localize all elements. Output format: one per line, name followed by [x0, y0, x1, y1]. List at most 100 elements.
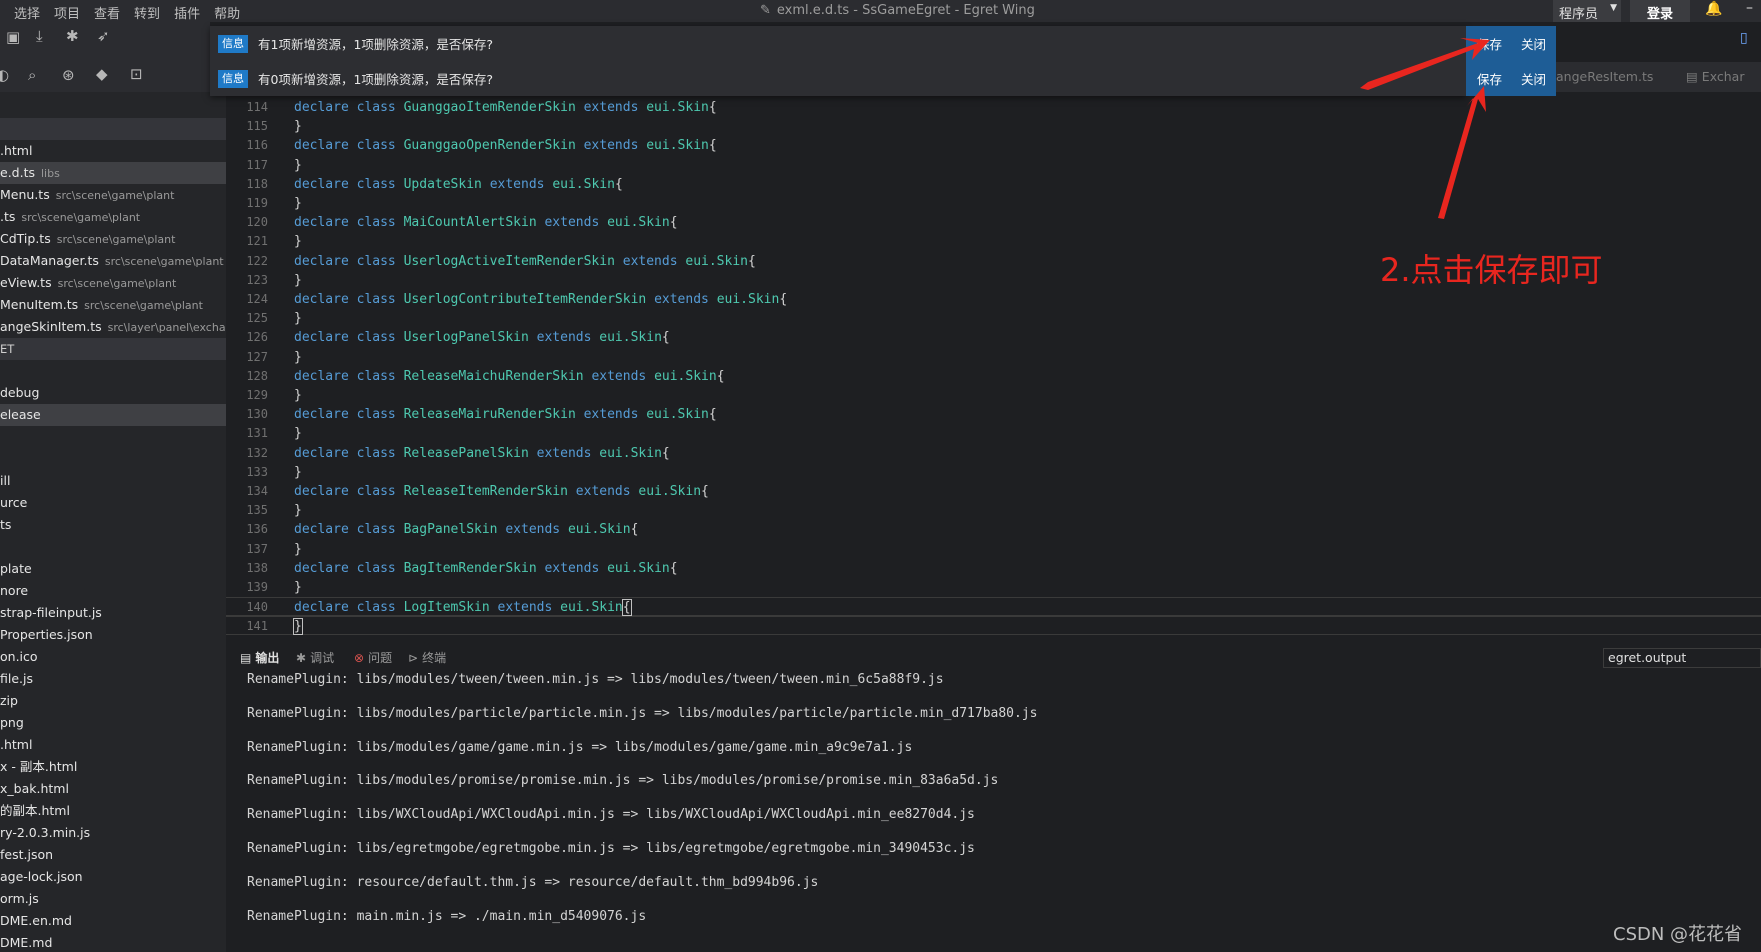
code-line: 139}	[226, 578, 1761, 597]
save-button[interactable]: 保存	[1477, 34, 1502, 53]
sidebar-file-item[interactable]: angeSkinItem.ts src\layer\panel\exchange	[0, 316, 226, 338]
sidebar-file-item[interactable]: ts	[0, 514, 226, 536]
sidebar-file-item[interactable]: e.d.ts libs	[0, 162, 226, 184]
sidebar-file-item[interactable]: .ts src\scene\game\plant	[0, 206, 226, 228]
close-button[interactable]: 关闭	[1521, 34, 1546, 53]
sidebar-file-item[interactable]: fest.json	[0, 844, 226, 866]
code-editor[interactable]: 114 declare class GuanggaoItemRenderSkin …	[226, 92, 1761, 640]
output-channel-select[interactable]: egret.output	[1603, 648, 1761, 668]
class-name: BagPanelSkin	[403, 522, 498, 538]
menu-project[interactable]: 项目	[54, 3, 80, 22]
window-title-text: exml.e.d.ts - SsGameEgret - Egret Wing	[776, 3, 1035, 18]
sidebar-file-item[interactable]: .html	[0, 734, 226, 756]
keyword-class: class	[356, 330, 396, 346]
sidebar-file-item[interactable]: ET	[0, 338, 226, 360]
role-dropdown[interactable]: 程序员 ▼	[1553, 0, 1621, 22]
sidebar-file-item[interactable]: nore	[0, 580, 226, 602]
keyword-declare: declare	[294, 560, 349, 576]
sidebar-file-item[interactable]: x - 副本.html	[0, 756, 226, 778]
sidebar-file-item[interactable]: Menu.ts src\scene\game\plant	[0, 184, 226, 206]
sidebar-file-item[interactable]: strap-fileinput.js	[0, 602, 226, 624]
tab-debug[interactable]: ✱ 调试	[296, 649, 334, 666]
resource-icon[interactable]: ⊡	[130, 65, 143, 83]
sidebar-file-item[interactable]: orm.js	[0, 888, 226, 910]
tab-exchange[interactable]: ▤ Exchar	[1686, 69, 1744, 84]
search-icon[interactable]: ⌕	[28, 66, 36, 84]
save-button[interactable]: 保存	[1477, 69, 1502, 88]
tab-exchange-label: Exchar	[1701, 69, 1745, 84]
minimize-icon[interactable]: –	[1746, 0, 1753, 16]
sidebar-file-item[interactable]: DME.md	[0, 932, 226, 952]
sidebar-file-item[interactable]: age-lock.json	[0, 866, 226, 888]
sidebar-file-item[interactable]: eView.ts src\scene\game\plant	[0, 272, 226, 294]
close-brace: }	[294, 349, 302, 365]
bell-icon[interactable]: 🔔	[1705, 1, 1722, 17]
tab-problems[interactable]: ⊗ 问题	[354, 649, 392, 666]
sidebar-file-item[interactable]: MenuItem.ts src\scene\game\plant	[0, 294, 226, 316]
sidebar-file-item[interactable]	[0, 426, 226, 448]
layout-toggle-icon[interactable]: ▯	[1740, 30, 1748, 46]
sidebar-file-item[interactable]: zip	[0, 690, 226, 712]
tab-terminal-label: 终端	[422, 651, 447, 665]
sidebar-file-item[interactable]	[0, 118, 226, 140]
code-line: 114 declare class GuanggaoItemRenderSkin …	[226, 98, 1761, 117]
sidebar-file-item[interactable]: plate	[0, 558, 226, 580]
keyword-class: class	[356, 600, 396, 616]
sidebar-file-item[interactable]: on.ico	[0, 646, 226, 668]
sidebar-file-item[interactable]: CdTip.ts src\scene\game\plant	[0, 228, 226, 250]
git-icon[interactable]: ◆	[96, 65, 108, 83]
close-button[interactable]: 关闭	[1521, 69, 1546, 88]
explorer-icon[interactable]: ◐	[0, 66, 9, 84]
sidebar-file-item[interactable]: urce	[0, 492, 226, 514]
feather-icon: ✎	[760, 3, 771, 18]
close-brace: }	[294, 464, 302, 480]
sidebar-file-item[interactable]: DataManager.ts src\scene\game\plant	[0, 250, 226, 272]
sidebar-file-item[interactable]: file.js	[0, 668, 226, 690]
sidebar-file-item[interactable]: DME.en.md	[0, 910, 226, 932]
rocket-icon[interactable]: ➶	[97, 27, 110, 45]
open-brace: {	[701, 484, 709, 499]
sidebar-file-item[interactable]: 的副本.html	[0, 800, 226, 822]
line-number: 132	[246, 445, 268, 460]
login-button[interactable]: 登录	[1630, 0, 1690, 22]
file-name: fest.json	[0, 847, 54, 862]
debug-bug-icon[interactable]: ✱	[66, 27, 79, 45]
sidebar-file-item[interactable]: x_bak.html	[0, 778, 226, 800]
keyword-extends: extends	[575, 484, 631, 499]
sidebar-file-item[interactable]	[0, 536, 226, 558]
sidebar-file-item[interactable]: elease	[0, 404, 226, 426]
menu-help[interactable]: 帮助	[214, 3, 240, 22]
close-brace: }	[294, 234, 302, 250]
save-all-icon[interactable]: ▣	[6, 28, 20, 46]
sidebar-file-item[interactable]: .html	[0, 140, 226, 162]
menu-goto[interactable]: 转到	[134, 3, 160, 22]
menu-plugins[interactable]: 插件	[174, 3, 200, 22]
annotation-text: 2.点击保存即可	[1380, 251, 1603, 289]
extensions-icon[interactable]: ⊛	[62, 66, 75, 84]
tab-output[interactable]: ▤ 输出	[240, 649, 279, 666]
publish-icon[interactable]: ⤓	[36, 27, 43, 45]
tab-exchange-res-item[interactable]: angeResItem.ts	[1556, 69, 1653, 84]
open-brace: {	[621, 599, 632, 617]
sidebar-file-item[interactable]: ill	[0, 470, 226, 492]
keyword-declare: declare	[294, 215, 349, 231]
line-number: 125	[246, 311, 268, 326]
keyword-class: class	[356, 560, 396, 576]
sidebar-file-item[interactable]	[0, 448, 226, 470]
menu-select[interactable]: 选择	[14, 3, 40, 22]
sidebar-file-item[interactable]: Properties.json	[0, 624, 226, 646]
code-line: 136 declare class BagPanelSkin extends eu…	[226, 520, 1761, 539]
keyword-declare: declare	[294, 253, 349, 269]
tab-terminal[interactable]: ⊳ 终端	[408, 649, 446, 666]
class-name: MaiCountAlertSkin	[403, 215, 537, 231]
sidebar-file-item[interactable]	[0, 360, 226, 382]
sidebar-file-item[interactable]: ry-2.0.3.min.js	[0, 822, 226, 844]
sidebar-file-item[interactable]: png	[0, 712, 226, 734]
open-brace: {	[708, 138, 717, 154]
code-text: declare class UserlogPanelSkin extends e…	[294, 328, 670, 347]
code-text: }	[294, 271, 302, 290]
menu-view[interactable]: 查看	[94, 3, 120, 22]
sidebar-file-item[interactable]: debug	[0, 382, 226, 404]
base-class: eui.Skin	[646, 138, 709, 154]
file-name: strap-fileinput.js	[0, 605, 102, 620]
